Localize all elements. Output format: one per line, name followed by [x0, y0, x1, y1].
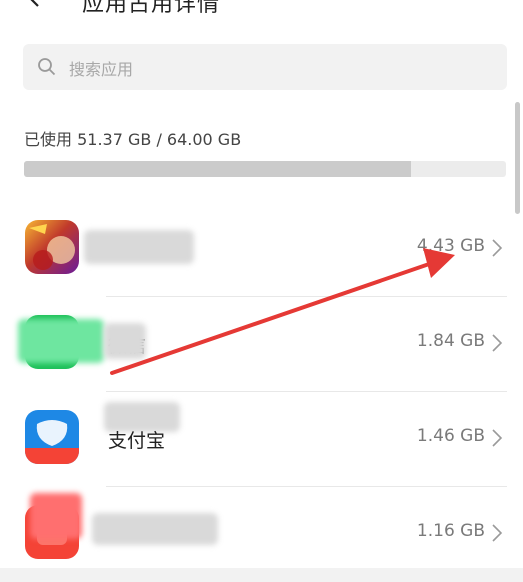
app-name: 支付宝	[108, 430, 166, 452]
header: 应用占用详情	[0, 0, 523, 30]
app-size: 1.84 GB	[416, 331, 485, 351]
page-title: 应用占用详情	[82, 0, 221, 17]
search-input[interactable]: 搜索应用	[23, 44, 507, 90]
scrollbar[interactable]	[515, 102, 520, 214]
app-row[interactable]: 微信 1.84 GB	[0, 297, 515, 392]
back-arrow-icon[interactable]	[24, 0, 46, 8]
blurred-app-name	[92, 513, 218, 545]
app-size: 1.46 GB	[416, 426, 485, 446]
app-size: 1.16 GB	[416, 521, 485, 541]
chevron-right-icon	[492, 429, 503, 447]
search-placeholder: 搜索应用	[69, 60, 134, 79]
search-icon	[38, 58, 56, 76]
blurred-overlay	[18, 319, 104, 363]
blurred-app-name	[104, 323, 146, 359]
storage-usage-fill	[24, 161, 412, 177]
app-row[interactable]: 支付宝 1.46 GB	[0, 392, 515, 487]
blurred-app-name	[84, 230, 194, 264]
storage-usage-bar	[24, 161, 506, 177]
chevron-right-icon	[492, 334, 503, 352]
app-size: 4.43 GB	[416, 236, 485, 256]
alipay-icon	[25, 410, 79, 464]
app-row[interactable]: 4.43 GB	[0, 202, 515, 297]
chevron-right-icon	[492, 524, 503, 542]
blurred-overlay	[30, 493, 82, 539]
content: 搜索应用 已使用 51.37 GB / 64.00 GB 4.43 GB 1.8…	[0, 30, 523, 568]
chevron-right-icon	[492, 239, 503, 257]
game-icon	[25, 220, 79, 274]
storage-usage-label: 已使用 51.37 GB / 64.00 GB	[24, 130, 242, 149]
